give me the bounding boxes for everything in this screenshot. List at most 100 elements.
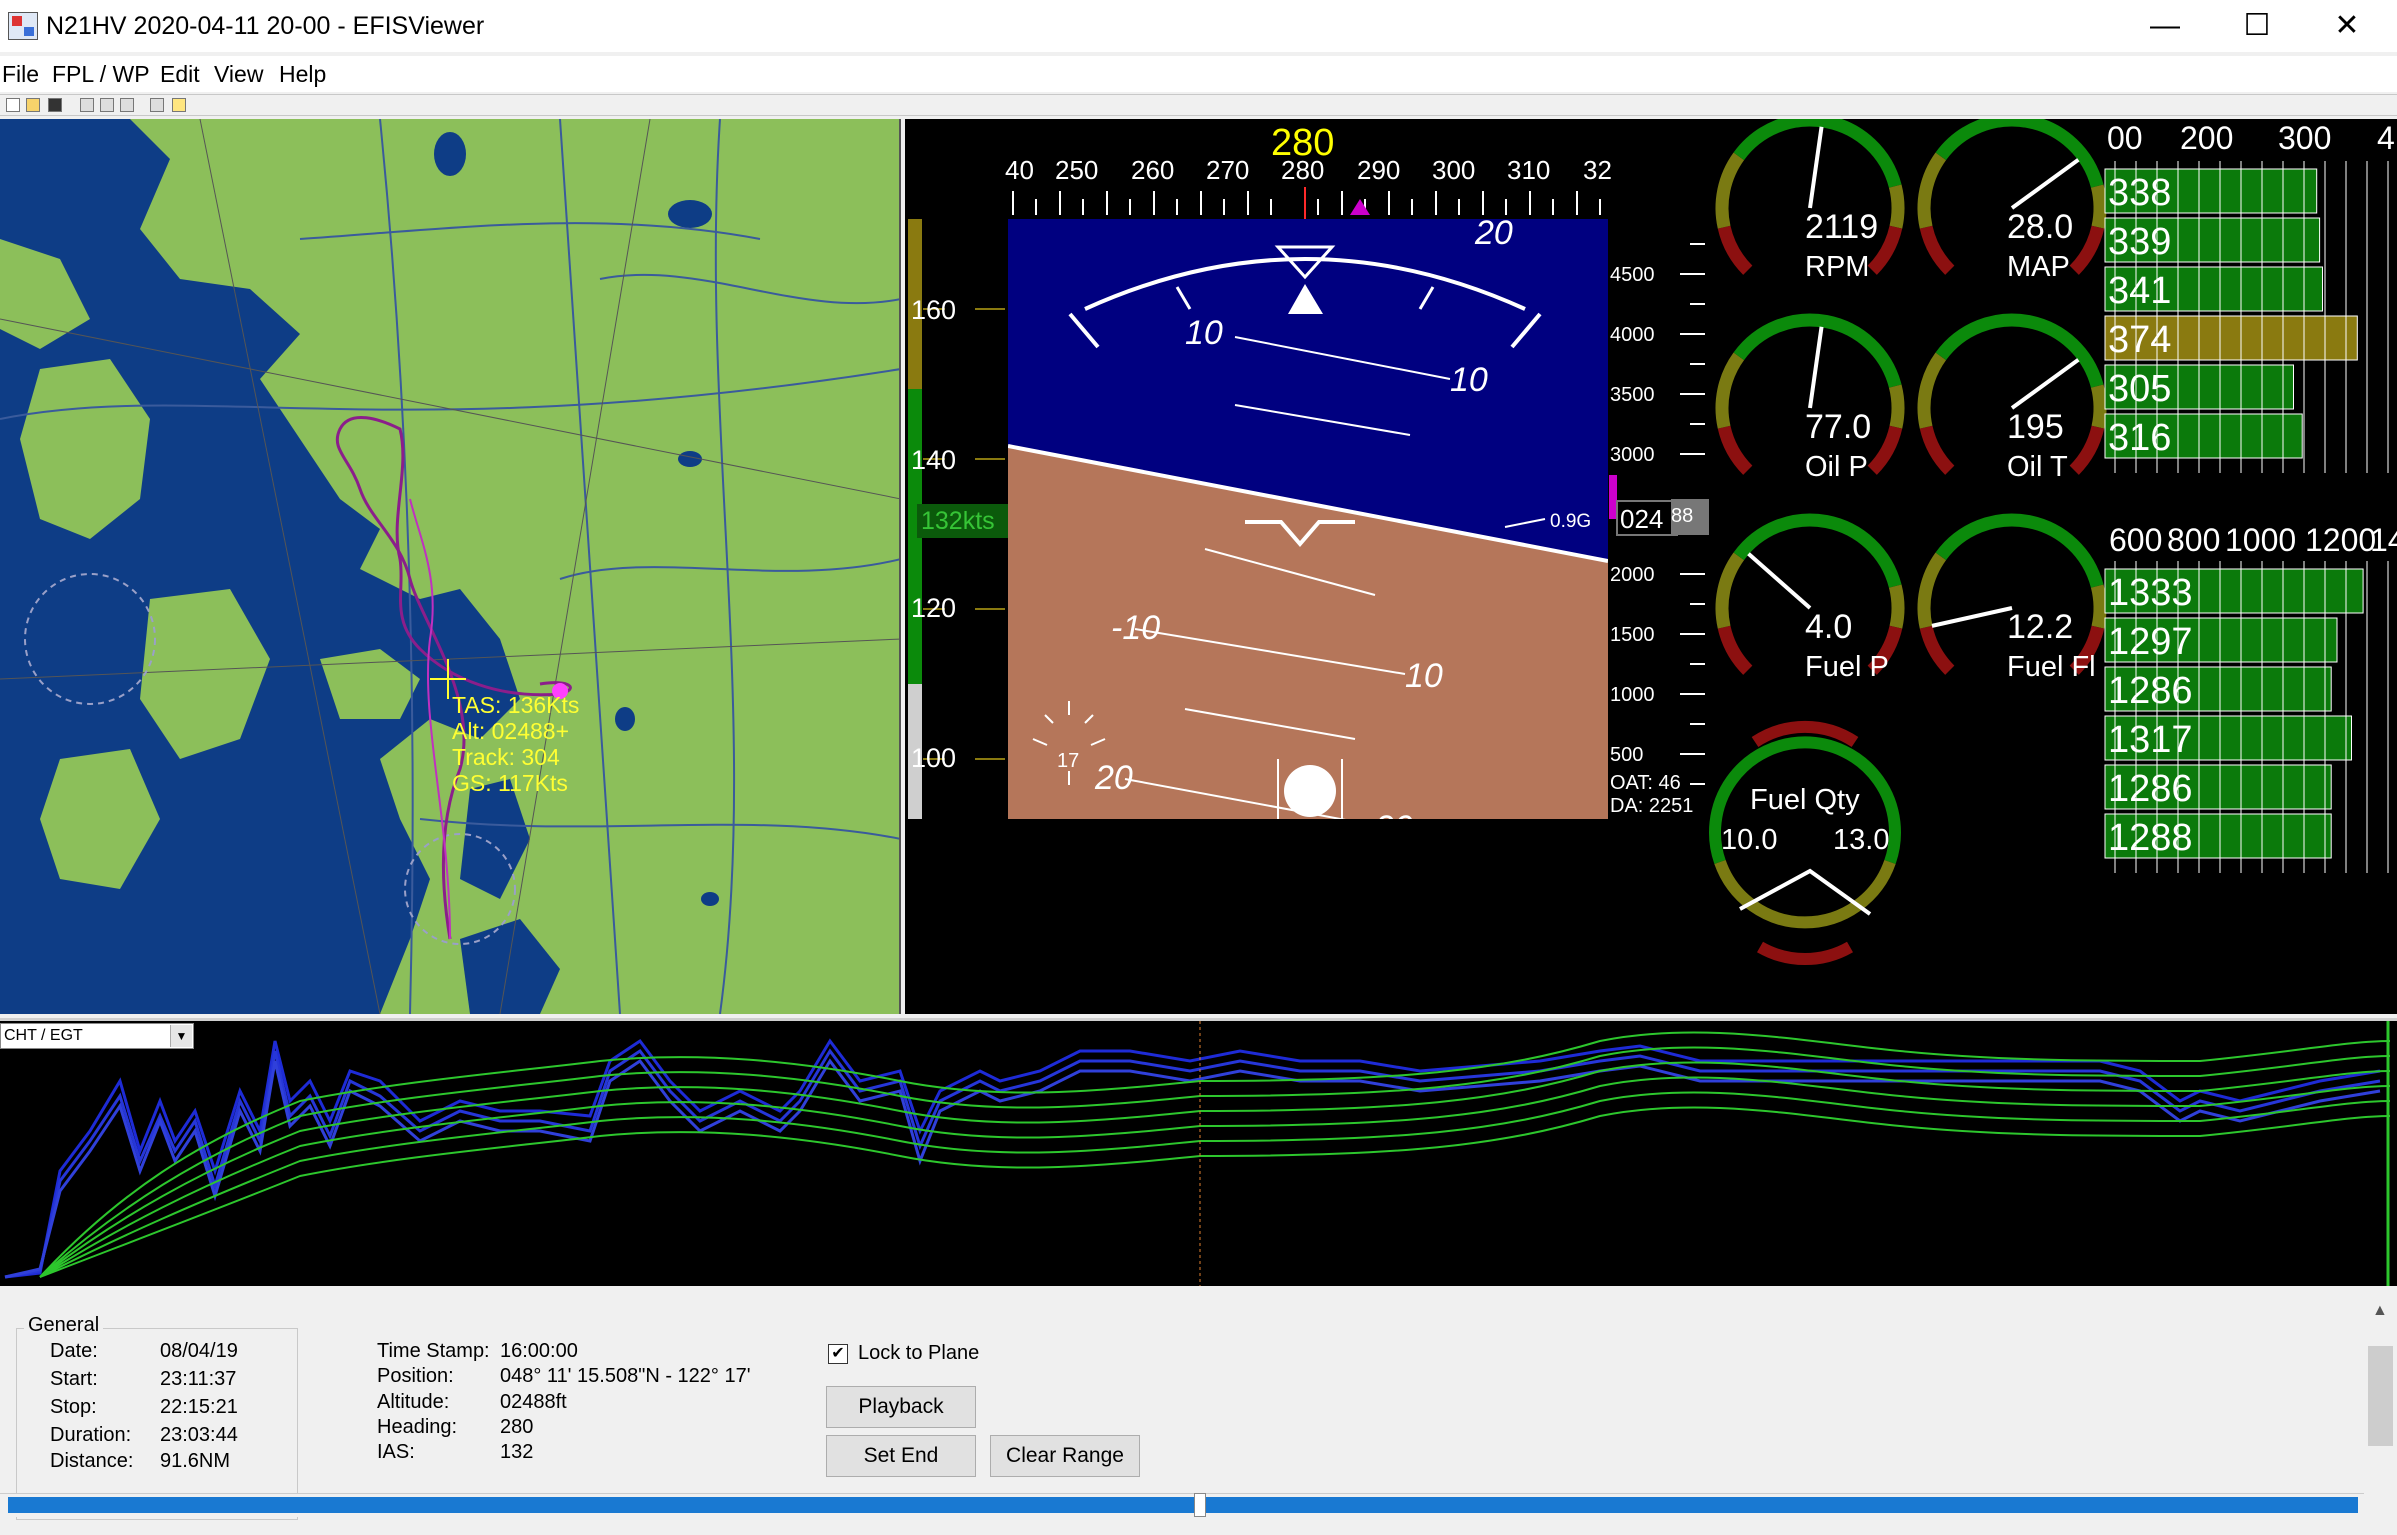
minimize-button[interactable]: — xyxy=(2130,6,2200,46)
maximize-button[interactable]: ☐ xyxy=(2222,6,2292,46)
clear-range-button[interactable]: Clear Range xyxy=(990,1435,1140,1477)
gauge-oilt: 195 Oil T xyxy=(1917,313,2107,483)
egt-bars-value: 1286 xyxy=(2108,670,2193,712)
gauge-label-oilp: Oil P xyxy=(1805,451,1868,483)
map-alt-label: Alt: 02488+ xyxy=(452,718,569,744)
cht-trace-lines xyxy=(39,1031,2391,1278)
cht-scale-tick: 300 xyxy=(2278,120,2331,156)
moving-map[interactable]: TAS: 136Kts Alt: 02488+ Track: 304 GS: 1… xyxy=(0,119,901,1014)
stop-label: Stop: xyxy=(50,1396,97,1418)
cht-bars-value: 341 xyxy=(2108,270,2171,312)
lock-to-plane-label[interactable]: Lock to Plane xyxy=(858,1342,979,1365)
menu-edit[interactable]: Edit xyxy=(160,61,200,88)
app-icon xyxy=(8,12,38,40)
gauge-rpm: 2119 RPM xyxy=(1715,119,1905,283)
heading-tick: 290 xyxy=(1357,155,1400,185)
egt-bars-value: 1288 xyxy=(2108,817,2193,859)
gauge-arc-segment xyxy=(1919,625,1955,675)
heading-bug-icon xyxy=(1350,199,1370,215)
alt-tick: 1000 xyxy=(1610,684,1655,706)
speed-tick-100: 100 xyxy=(911,743,956,773)
gauge-arc-segment xyxy=(1715,552,1745,629)
altitude-readout: 024 xyxy=(1620,504,1663,534)
cht-scale-tick: 4 xyxy=(2377,120,2395,156)
timeline-played-segment[interactable] xyxy=(8,1497,1194,1513)
copy-icon[interactable] xyxy=(100,98,114,112)
date-label: Date: xyxy=(50,1340,98,1362)
gauge-value-fuelfl: 12.2 xyxy=(2007,608,2073,646)
gauge-needle xyxy=(1808,126,1824,209)
chart-type-select[interactable]: CHT / EGT ▼ xyxy=(0,1023,194,1049)
gauge-value-oilp: 77.0 xyxy=(1805,408,1871,446)
fuel-qty-label: Fuel Qty xyxy=(1750,784,1860,816)
gauge-arc-segment xyxy=(1935,513,2104,588)
gauge-needle xyxy=(1808,326,1824,409)
title-bar: N21HV 2020-04-11 20-00 - EFISViewer — ☐ … xyxy=(0,0,2397,52)
new-file-icon[interactable] xyxy=(6,98,20,112)
ias-value: 132 xyxy=(500,1441,534,1463)
alt-tick: 3000 xyxy=(1610,444,1655,466)
slip-ball-icon xyxy=(1284,765,1336,817)
gauge-arc-segment xyxy=(1917,552,1947,629)
lock-to-plane-checkbox[interactable]: ✔ xyxy=(828,1344,848,1364)
chart-canvas xyxy=(4,1021,2391,1286)
cht-bars-value: 339 xyxy=(2108,221,2171,263)
gauge-arc-segment xyxy=(1919,425,1955,475)
cht-egt-chart[interactable]: CHT / EGT ▼ xyxy=(0,1018,2397,1286)
menu-help[interactable]: Help xyxy=(279,61,326,88)
timestamp-label: Time Stamp: xyxy=(377,1340,490,1362)
egt-bars-value: 1317 xyxy=(2108,719,2193,761)
pitch-label: 10 xyxy=(1450,361,1488,399)
fuel-qty-right: 13.0 xyxy=(1833,824,1889,856)
position-label: Position: xyxy=(377,1365,454,1387)
lake xyxy=(434,132,466,176)
pitch-label: -10 xyxy=(1111,609,1160,647)
gauge-label-map: MAP xyxy=(2007,251,2070,283)
heading-tick: 270 xyxy=(1206,155,1249,185)
save-icon[interactable] xyxy=(48,98,62,112)
maximize-icon: ☐ xyxy=(2243,9,2271,42)
print-icon[interactable] xyxy=(150,98,164,112)
pitch-label: 20 xyxy=(1094,759,1133,797)
gauge-fuelp: 4.0 Fuel P xyxy=(1715,513,1905,683)
egt-scale-tick: 600 xyxy=(2109,522,2162,558)
gauge-label-fuelp: Fuel P xyxy=(1805,651,1889,683)
egt-trace-lines xyxy=(4,1038,2381,1279)
info-vertical-scrollbar[interactable]: ▲ xyxy=(2364,1298,2397,1528)
oat-readout: OAT: 46 xyxy=(1610,772,1681,794)
set-end-button[interactable]: Set End xyxy=(826,1435,976,1477)
heading-tick: 300 xyxy=(1432,155,1475,185)
fuel-qty-gauge: Fuel Qty 10.0 13.0 xyxy=(1709,720,1901,966)
minimize-icon: — xyxy=(2150,9,2180,42)
heading-tick: 32 xyxy=(1583,155,1612,185)
map-gs-label: GS: 117Kts xyxy=(452,770,568,796)
close-button[interactable]: ✕ xyxy=(2312,6,2382,46)
cht-scale: 00 200 300 4 xyxy=(2107,120,2395,156)
timeline-thumb[interactable] xyxy=(1194,1493,1206,1517)
playback-button[interactable]: Playback xyxy=(826,1386,976,1428)
help-icon[interactable] xyxy=(172,98,186,112)
cut-icon[interactable] xyxy=(80,98,94,112)
chevron-down-icon[interactable]: ▼ xyxy=(170,1025,192,1047)
scroll-thumb[interactable] xyxy=(2368,1346,2393,1446)
open-folder-icon[interactable] xyxy=(26,98,40,112)
alt-tick: 1500 xyxy=(1610,624,1655,646)
gauge-value-rpm: 2119 xyxy=(1805,208,1878,246)
menu-fpl-wp[interactable]: FPL / WP xyxy=(52,61,150,88)
lake xyxy=(668,200,712,228)
distance-value: 91.6NM xyxy=(160,1450,231,1472)
info-panel: General Date: 08/04/19 Start: 23:11:37 S… xyxy=(0,1290,2397,1535)
gauge-label-fuelfl: Fuel Fl xyxy=(2007,651,2096,683)
gauge-arc-segment xyxy=(2069,425,2105,475)
window-title: N21HV 2020-04-11 20-00 - EFISViewer xyxy=(46,12,485,40)
scroll-up-icon[interactable]: ▲ xyxy=(2372,1302,2388,1320)
pitch-label: 10 xyxy=(1405,657,1443,695)
menu-view[interactable]: View xyxy=(214,61,263,88)
gauge-value-oilt: 195 xyxy=(2007,408,2064,446)
timeline-remaining-segment[interactable] xyxy=(1206,1497,2358,1513)
paste-icon[interactable] xyxy=(120,98,134,112)
menu-file[interactable]: File xyxy=(2,61,39,88)
cht-bars-value: 305 xyxy=(2108,368,2171,410)
toolbar xyxy=(0,94,2397,116)
heading-tick-marks xyxy=(1012,191,1601,215)
